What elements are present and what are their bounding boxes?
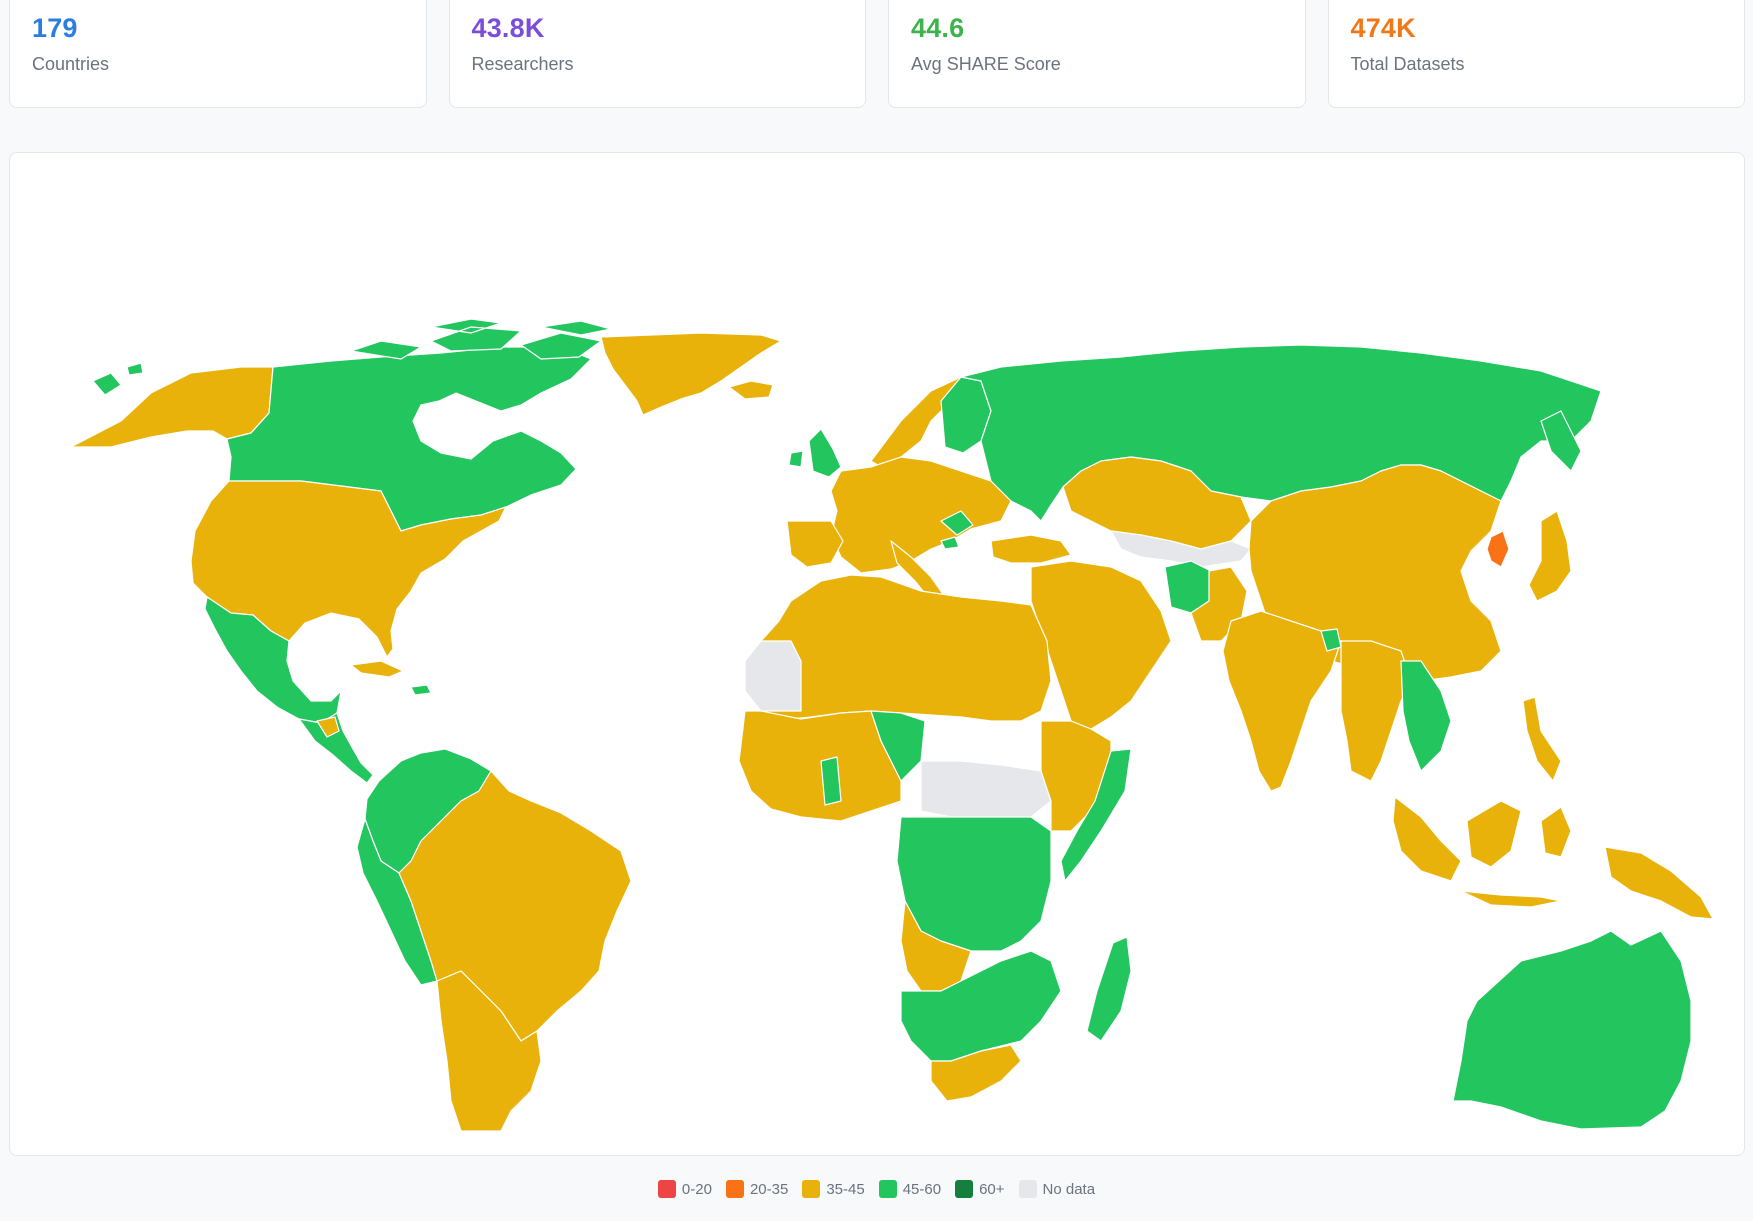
legend-item-20-35: 20-35 xyxy=(725,1180,789,1198)
legend-item-45-60: 45-60 xyxy=(878,1180,942,1198)
region-turkey[interactable] xyxy=(990,534,1072,564)
stat-value: 44.6 xyxy=(911,13,965,43)
stats-row: 179 Countries 43.8K Researchers 44.6 Avg… xyxy=(9,0,1745,108)
region-uk-ireland[interactable] xyxy=(788,428,842,478)
stat-value: 474K xyxy=(1350,13,1416,43)
region-central-africa-nodata[interactable] xyxy=(920,760,1052,818)
region-japan[interactable] xyxy=(1528,510,1572,602)
region-madagascar[interactable] xyxy=(1086,936,1132,1042)
world-map-card xyxy=(9,152,1745,1156)
region-middle-east[interactable] xyxy=(1030,560,1172,730)
region-indonesia[interactable] xyxy=(1392,796,1572,908)
region-greenland[interactable] xyxy=(600,332,782,416)
legend-label: 35-45 xyxy=(826,1180,865,1198)
region-cuba[interactable] xyxy=(350,660,404,678)
region-western-europe[interactable] xyxy=(830,456,1012,574)
legend-swatch xyxy=(955,1180,974,1198)
stat-value: 179 xyxy=(32,13,78,43)
region-philippines[interactable] xyxy=(1522,696,1562,782)
stat-card-researchers: 43.8K Researchers xyxy=(448,0,866,108)
legend-label: 20-35 xyxy=(749,1180,789,1198)
legend-swatch xyxy=(802,1180,821,1198)
stat-label: Researchers xyxy=(471,54,574,74)
region-western-sahara-nodata[interactable] xyxy=(744,640,802,712)
legend-item-35-45: 35-45 xyxy=(802,1180,865,1198)
stat-label: Total Datasets xyxy=(1350,54,1465,74)
legend-label: 60+ xyxy=(979,1180,1005,1198)
legend-swatch xyxy=(725,1180,744,1198)
legend-swatch xyxy=(1018,1180,1037,1198)
map-legend: 0-20 20-35 35-45 45-60 60+ No data xyxy=(0,1180,1753,1198)
region-iceland[interactable] xyxy=(728,380,774,400)
stat-card-avg-score: 44.6 Avg SHARE Score xyxy=(888,0,1306,108)
legend-label: 45-60 xyxy=(902,1180,942,1198)
region-australia[interactable] xyxy=(1452,930,1692,1130)
stat-card-countries: 179 Countries xyxy=(9,0,427,108)
region-hispaniola[interactable] xyxy=(410,684,432,696)
stat-label: Avg SHARE Score xyxy=(911,54,1061,74)
legend-item-60-plus: 60+ xyxy=(955,1180,1005,1198)
region-alaska-islands[interactable] xyxy=(92,362,144,396)
stat-label: Countries xyxy=(32,54,110,74)
region-ghana-coast[interactable] xyxy=(820,756,842,806)
world-map[interactable] xyxy=(10,153,1745,1156)
stat-value: 43.8K xyxy=(471,13,545,43)
legend-label: 0-20 xyxy=(681,1180,712,1198)
stat-card-datasets: 474K Total Datasets xyxy=(1327,0,1745,108)
legend-swatch xyxy=(878,1180,897,1198)
region-korea[interactable] xyxy=(1486,530,1510,568)
region-papua-new-guinea[interactable] xyxy=(1604,846,1714,920)
legend-swatch xyxy=(657,1180,676,1198)
region-iberia[interactable] xyxy=(786,520,844,568)
region-russia[interactable] xyxy=(960,344,1602,522)
legend-item-no-data: No data xyxy=(1018,1180,1096,1198)
legend-item-0-20: 0-20 xyxy=(657,1180,712,1198)
legend-label: No data xyxy=(1042,1180,1096,1198)
